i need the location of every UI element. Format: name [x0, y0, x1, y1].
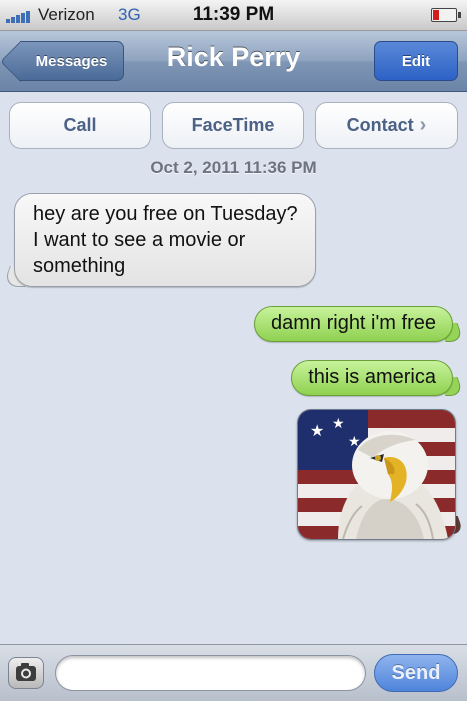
chevron-right-icon: › [419, 114, 427, 136]
status-bar: Verizon 3G 11:39 PM [0, 0, 467, 31]
eagle-photo-image: ★ ★ ★ [298, 410, 455, 539]
camera-glyph [16, 663, 36, 681]
svg-text:★: ★ [332, 416, 345, 432]
eagle-flag-photo[interactable]: ★ ★ ★ [297, 409, 456, 540]
conversation-title: Rick Perry [166, 42, 301, 72]
call-label: Call [63, 115, 97, 135]
navigation-bar: Messages Rick Perry Edit [0, 31, 467, 92]
facetime-button[interactable]: FaceTime [162, 102, 304, 149]
call-button[interactable]: Call [9, 102, 151, 149]
message-text-field[interactable] [55, 655, 366, 691]
send-button[interactable]: Send [374, 654, 458, 692]
message-input-bar: Send [0, 644, 467, 701]
status-time: 11:39 PM [192, 4, 275, 25]
contact-label: Contact [346, 115, 414, 135]
contact-button[interactable]: Contact › [315, 102, 458, 149]
messages-back-button[interactable]: Messages [20, 41, 124, 81]
received-message-bubble[interactable]: hey are you free on Tuesday? I want to s… [14, 193, 316, 287]
battery-level [433, 10, 439, 20]
facetime-label: FaceTime [191, 115, 275, 135]
sent-message-bubble[interactable]: this is america [291, 360, 453, 396]
camera-icon[interactable] [8, 657, 44, 689]
message-timestamp: Oct 2, 2011 11:36 PM [150, 158, 317, 177]
battery-icon [431, 8, 461, 22]
svg-text:★: ★ [310, 421, 324, 440]
sent-message-bubble[interactable]: damn right i'm free [254, 306, 453, 342]
edit-button[interactable]: Edit [374, 41, 458, 81]
